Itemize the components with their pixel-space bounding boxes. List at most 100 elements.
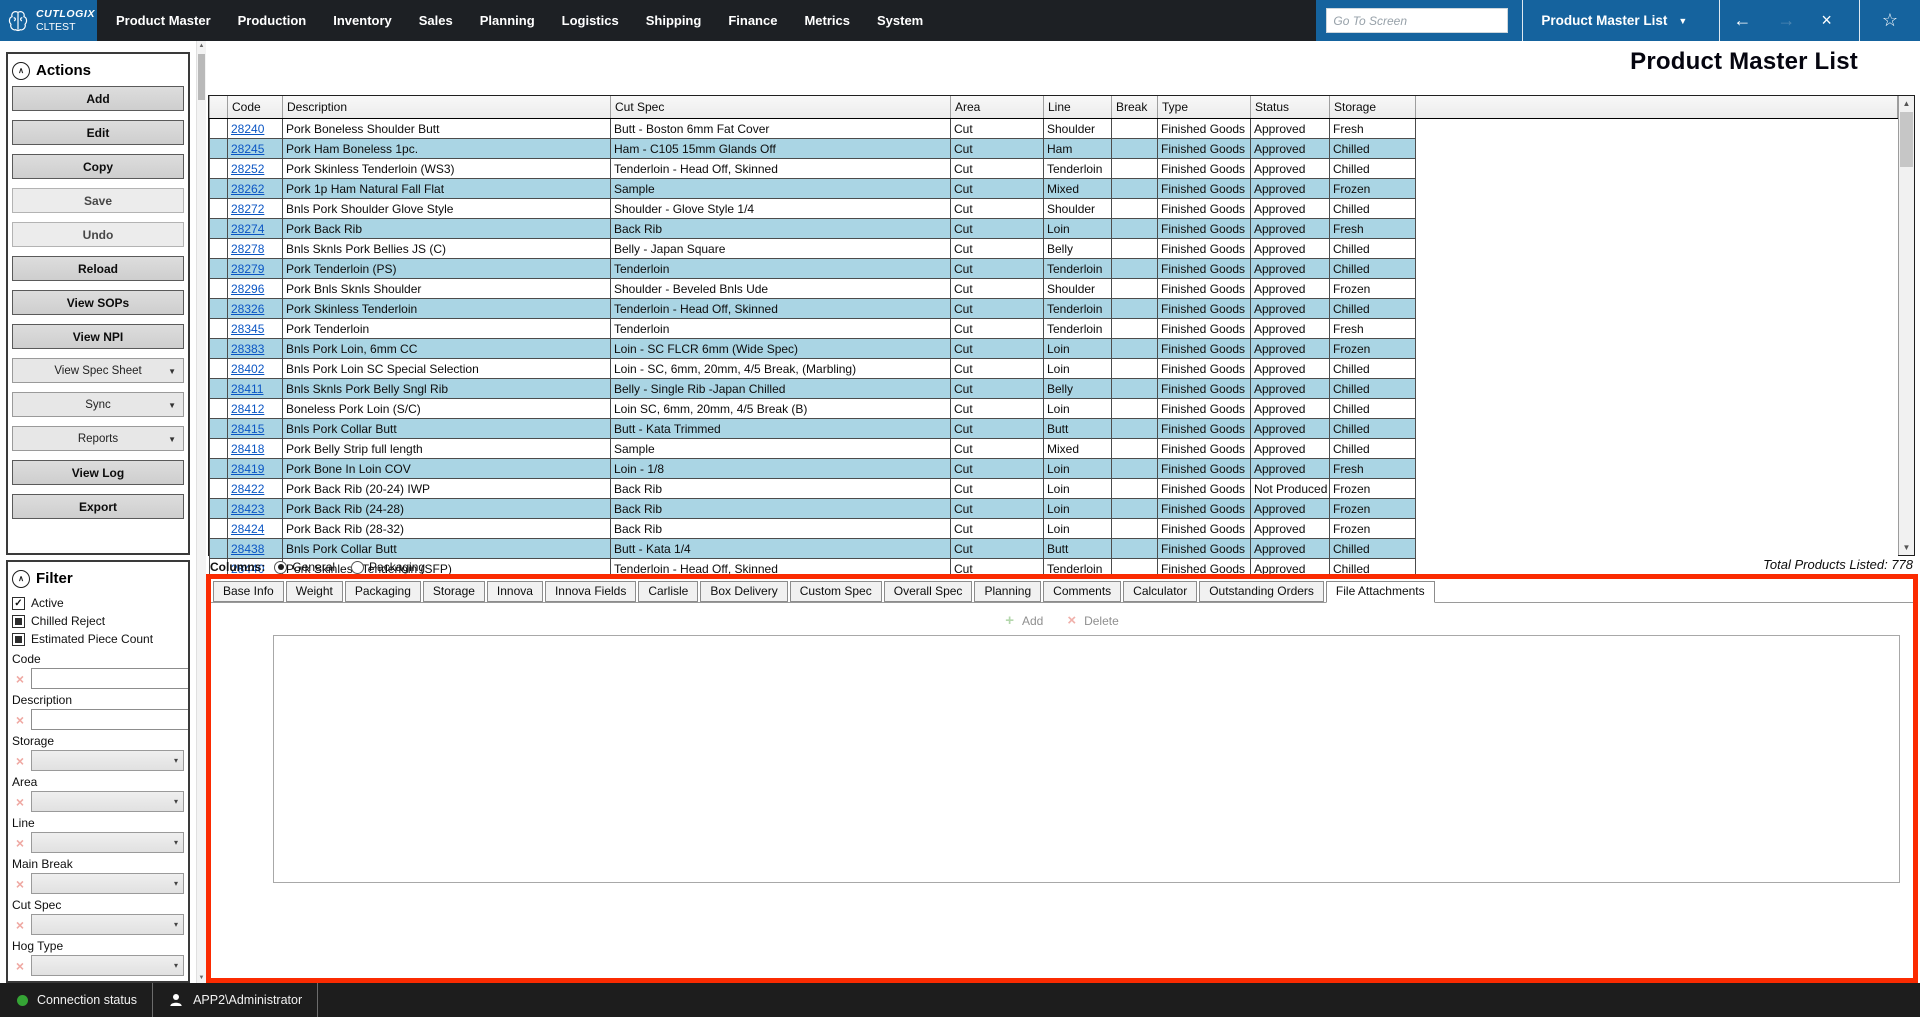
sidebar-scrollbar[interactable]: ▲ ▼	[196, 41, 206, 983]
row-selector-cell[interactable]	[210, 379, 228, 399]
menu-item-metrics[interactable]: Metrics	[804, 13, 850, 28]
view-sops-button[interactable]: View SOPs	[12, 290, 184, 315]
storage-filter-select[interactable]: ▾	[31, 750, 184, 771]
favorite-star-icon[interactable]: ☆	[1860, 10, 1920, 31]
row-selector-cell[interactable]	[210, 339, 228, 359]
main-break-filter-select[interactable]: ▾	[31, 873, 184, 894]
reload-button[interactable]: Reload	[12, 256, 184, 281]
product-code-link[interactable]: 28402	[231, 362, 264, 376]
table-row[interactable]: 28279Pork Tenderloin (PS)TenderloinCutTe…	[210, 259, 1898, 279]
tab-carlisle[interactable]: Carlisle	[638, 581, 698, 602]
clear-icon[interactable]: ×	[12, 794, 28, 810]
product-code-link[interactable]: 28411	[231, 382, 263, 396]
checkbox-indeterminate-icon[interactable]	[12, 633, 25, 646]
table-scrollbar-thumb[interactable]	[1900, 112, 1913, 167]
view-log-button[interactable]: View Log	[12, 460, 184, 485]
tab-planning[interactable]: Planning	[974, 581, 1041, 602]
table-row[interactable]: 28411Bnls Sknls Pork Belly Sngl RibBelly…	[210, 379, 1898, 399]
row-selector-cell[interactable]	[210, 459, 228, 479]
scroll-up-icon[interactable]: ▲	[197, 43, 206, 49]
tab-box-delivery[interactable]: Box Delivery	[700, 581, 787, 602]
view-spec-sheet-button[interactable]: View Spec Sheet▼	[12, 358, 184, 383]
radio-general-icon[interactable]	[274, 561, 287, 574]
product-code-link[interactable]: 28418	[231, 442, 264, 456]
menu-item-sales[interactable]: Sales	[419, 13, 453, 28]
tab-calculator[interactable]: Calculator	[1123, 581, 1197, 602]
area-filter-select[interactable]: ▾	[31, 791, 184, 812]
table-row[interactable]: 28412Boneless Pork Loin (S/C)Loin SC, 6m…	[210, 399, 1898, 419]
clear-icon[interactable]: ×	[12, 671, 28, 687]
sync-button[interactable]: Sync▼	[12, 392, 184, 417]
tab-innova-fields[interactable]: Innova Fields	[545, 581, 636, 602]
table-row[interactable]: 28415Bnls Pork Collar ButtButt - Kata Tr…	[210, 419, 1898, 439]
product-code-link[interactable]: 28279	[231, 262, 264, 276]
goto-screen-input[interactable]	[1326, 8, 1508, 33]
filter-checkbox-chilled-reject[interactable]: Chilled Reject	[12, 612, 184, 630]
table-row[interactable]: 28438Bnls Pork Collar ButtButt - Kata 1/…	[210, 539, 1898, 559]
product-code-link[interactable]: 28240	[231, 122, 264, 136]
column-header-storage[interactable]: Storage	[1330, 96, 1416, 119]
column-header-status[interactable]: Status	[1251, 96, 1330, 119]
row-selector-cell[interactable]	[210, 239, 228, 259]
menu-item-inventory[interactable]: Inventory	[333, 13, 392, 28]
product-code-link[interactable]: 28245	[231, 142, 264, 156]
row-selector-cell[interactable]	[210, 119, 228, 139]
row-selector-cell[interactable]	[210, 479, 228, 499]
clear-icon[interactable]: ×	[12, 958, 28, 974]
row-selector-cell[interactable]	[210, 279, 228, 299]
filter-checkbox-estimated-piece-count[interactable]: Estimated Piece Count	[12, 630, 184, 648]
tab-packaging[interactable]: Packaging	[345, 581, 421, 602]
tab-custom-spec[interactable]: Custom Spec	[790, 581, 882, 602]
scroll-up-icon[interactable]: ▲	[1899, 96, 1914, 111]
add-button[interactable]: Add	[12, 86, 184, 111]
table-row[interactable]: 28278Bnls Sknls Pork Bellies JS (C)Belly…	[210, 239, 1898, 259]
filter-checkbox-active[interactable]: ✓Active	[12, 594, 184, 612]
column-header-code[interactable]: Code	[228, 96, 283, 119]
table-row[interactable]: 28326Pork Skinless TenderloinTenderloin …	[210, 299, 1898, 319]
row-selector-cell[interactable]	[210, 319, 228, 339]
back-icon[interactable]: ←	[1720, 10, 1764, 31]
product-code-link[interactable]: 28278	[231, 242, 264, 256]
product-code-link[interactable]: 28262	[231, 182, 264, 196]
menu-item-shipping[interactable]: Shipping	[646, 13, 702, 28]
clear-icon[interactable]: ×	[12, 917, 28, 933]
copy-button[interactable]: Copy	[12, 154, 184, 179]
edit-button[interactable]: Edit	[12, 120, 184, 145]
save-button[interactable]: Save	[12, 188, 184, 213]
forward-icon[interactable]: →	[1764, 10, 1808, 31]
product-code-link[interactable]: 28423	[231, 502, 264, 516]
product-code-link[interactable]: 28383	[231, 342, 264, 356]
table-row[interactable]: 28422Pork Back Rib (20-24) IWPBack RibCu…	[210, 479, 1898, 499]
table-row[interactable]: 28418Pork Belly Strip full lengthSampleC…	[210, 439, 1898, 459]
row-selector-cell[interactable]	[210, 359, 228, 379]
table-row[interactable]: 28274Pork Back RibBack RibCutLoinFinishe…	[210, 219, 1898, 239]
table-row[interactable]: 28296Pork Bnls Sknls ShoulderShoulder - …	[210, 279, 1898, 299]
clear-icon[interactable]: ×	[12, 712, 28, 728]
scroll-down-icon[interactable]: ▼	[197, 975, 206, 981]
code-filter-input[interactable]	[31, 668, 190, 689]
product-code-link[interactable]: 28272	[231, 202, 264, 216]
hog-type-filter-select[interactable]: ▾	[31, 955, 184, 976]
close-icon[interactable]: ×	[1808, 10, 1845, 31]
table-row[interactable]: 28424Pork Back Rib (28-32)Back RibCutLoi…	[210, 519, 1898, 539]
column-header-type[interactable]: Type	[1158, 96, 1251, 119]
tab-weight[interactable]: Weight	[286, 581, 343, 602]
menu-item-system[interactable]: System	[877, 13, 923, 28]
row-selector-cell[interactable]	[210, 439, 228, 459]
menu-item-logistics[interactable]: Logistics	[562, 13, 619, 28]
screen-selector-dropdown[interactable]: Product Master List ▼	[1523, 13, 1705, 28]
row-selector-cell[interactable]	[210, 259, 228, 279]
product-code-link[interactable]: 28326	[231, 302, 264, 316]
row-selector-cell[interactable]	[210, 399, 228, 419]
product-code-link[interactable]: 28296	[231, 282, 264, 296]
tab-overall-spec[interactable]: Overall Spec	[884, 581, 973, 602]
product-code-link[interactable]: 28274	[231, 222, 264, 236]
line-filter-select[interactable]: ▾	[31, 832, 184, 853]
radio-packaging-icon[interactable]	[351, 561, 364, 574]
row-selector-cell[interactable]	[210, 139, 228, 159]
row-selector-cell[interactable]	[210, 199, 228, 219]
tab-file-attachments[interactable]: File Attachments	[1326, 581, 1435, 603]
clear-icon[interactable]: ×	[12, 753, 28, 769]
product-code-link[interactable]: 28412	[231, 402, 264, 416]
row-selector-cell[interactable]	[210, 159, 228, 179]
